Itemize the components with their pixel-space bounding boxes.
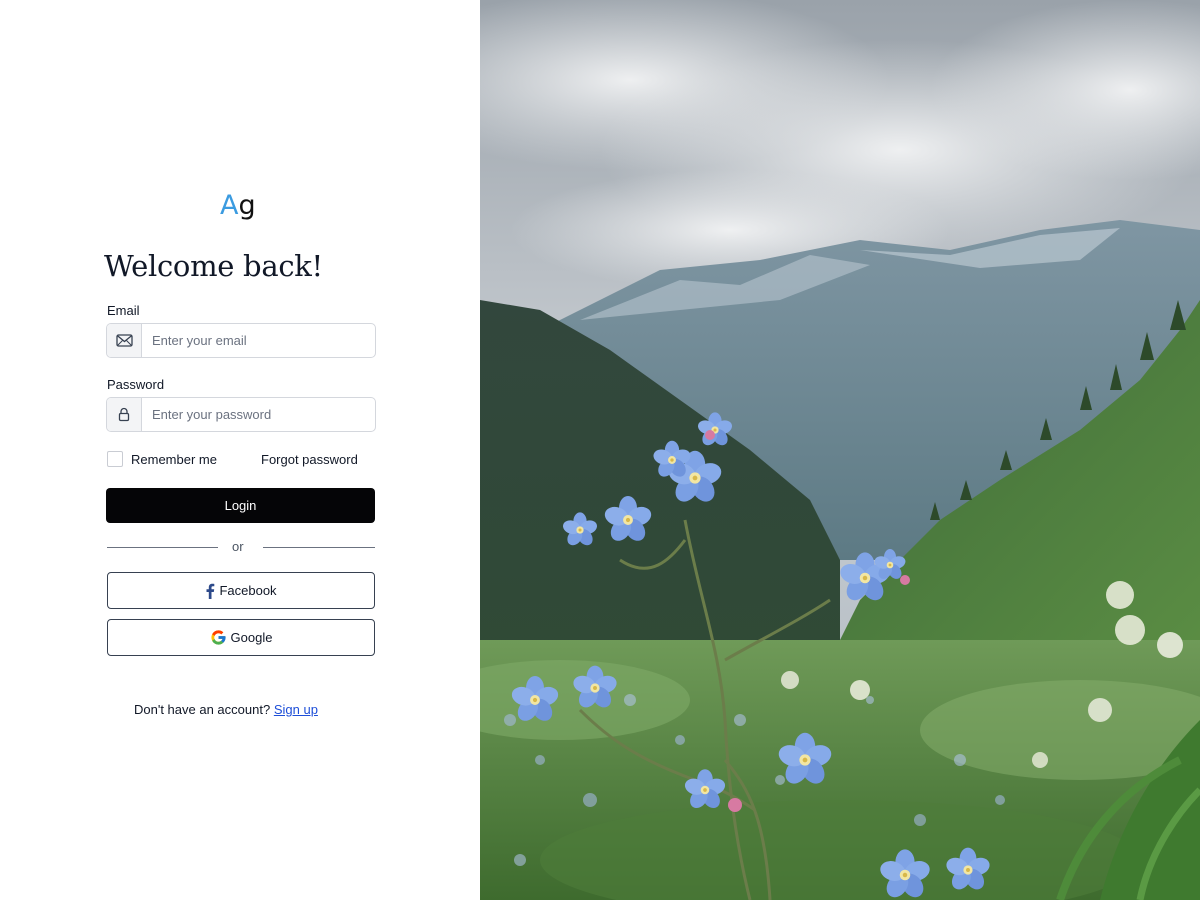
- forgot-password-link[interactable]: Forgot password: [261, 452, 358, 467]
- divider-left: [107, 547, 218, 548]
- divider-right: [263, 547, 375, 548]
- brand-logo: Ag: [220, 190, 256, 222]
- google-icon: [210, 629, 227, 646]
- login-button[interactable]: Login: [106, 488, 375, 523]
- logo-letter-g: g: [238, 190, 256, 221]
- envelope-icon: [107, 324, 142, 357]
- login-panel: Ag Welcome back! Email Password Remember…: [0, 0, 480, 900]
- signup-link[interactable]: Sign up: [274, 702, 318, 717]
- facebook-label: Facebook: [219, 583, 277, 598]
- remember-me-label[interactable]: Remember me: [131, 452, 217, 467]
- email-field: [106, 323, 376, 358]
- password-label: Password: [107, 377, 165, 392]
- google-button[interactable]: Google: [107, 619, 375, 656]
- remember-me-row: Remember me: [107, 451, 217, 467]
- page-title: Welcome back!: [104, 249, 323, 283]
- facebook-button[interactable]: Facebook: [107, 572, 375, 609]
- signup-prompt-text: Don't have an account?: [134, 702, 271, 717]
- password-input[interactable]: [142, 398, 375, 431]
- lock-icon: [107, 398, 142, 431]
- hero-image: [480, 0, 1200, 900]
- password-field: [106, 397, 376, 432]
- facebook-icon: [205, 583, 215, 599]
- signup-prompt: Don't have an account? Sign up: [134, 702, 318, 717]
- logo-letter-a: A: [220, 190, 239, 221]
- divider-or: or: [232, 539, 244, 554]
- google-label: Google: [230, 630, 273, 645]
- email-input[interactable]: [142, 324, 375, 357]
- email-label: Email: [107, 303, 140, 318]
- remember-me-checkbox[interactable]: [107, 451, 123, 467]
